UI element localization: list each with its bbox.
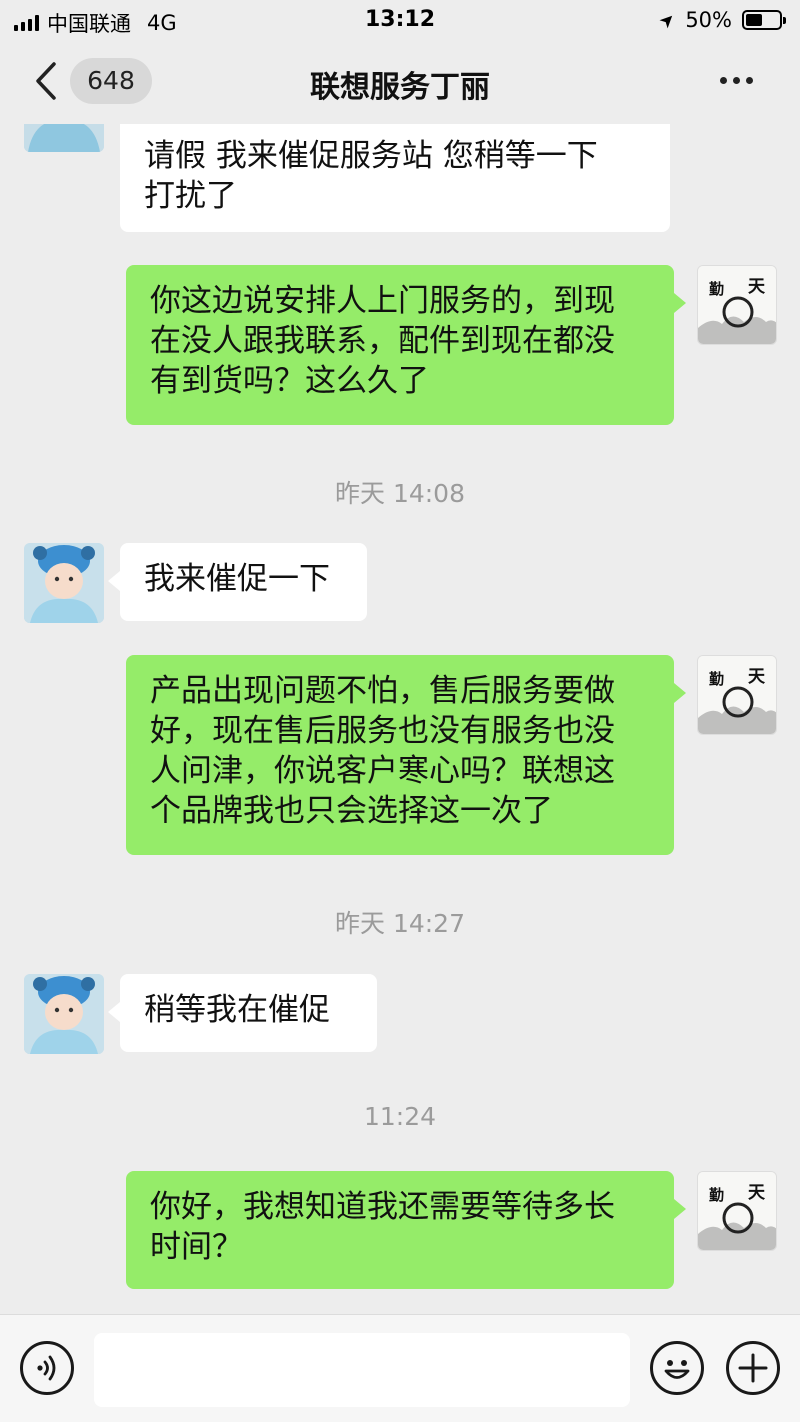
message-line: 你这边说安排人上门服务的，到现 <box>150 283 615 319</box>
message-line: 个品牌我也只会选择这一次了 <box>150 793 553 829</box>
svg-text:天: 天 <box>748 1183 766 1203</box>
svg-text:勤: 勤 <box>709 1186 724 1204</box>
emoji-button[interactable] <box>650 1341 704 1395</box>
my-avatar[interactable]: 勤 天 <box>697 265 777 345</box>
status-bar: 中国联通 4G 13:12 ➤ 50% <box>0 0 800 40</box>
message-line: 打扰了 <box>144 178 237 214</box>
emoji-icon <box>664 1360 690 1379</box>
svg-text:天: 天 <box>748 277 766 297</box>
message-line: 稍等我在催促 <box>144 992 330 1028</box>
message-line: 我来催促一下 <box>144 561 330 597</box>
message-bubble[interactable]: 我来催促一下 <box>108 543 367 621</box>
status-right: ➤ 50% <box>655 7 786 33</box>
voice-icon <box>37 1355 56 1381</box>
contact-avatar[interactable] <box>24 974 104 1054</box>
plus-icon <box>738 1353 768 1383</box>
message-text-input[interactable] <box>94 1333 630 1407</box>
svg-text:勤: 勤 <box>709 670 724 688</box>
battery-percent: 50% <box>685 8 732 32</box>
contact-avatar[interactable] <box>24 543 104 623</box>
svg-text:天: 天 <box>748 667 766 687</box>
nav-bar: 648 联想服务丁丽 <box>0 40 800 124</box>
calligraphy-avatar-icon: 勤 天 <box>698 656 776 734</box>
more-options-icon[interactable] <box>720 70 760 90</box>
message-bubble[interactable]: 产品出现问题不怕，售后服务要做 好，现在售后服务也没有服务也没 人问津，你说客户… <box>126 655 686 855</box>
voice-input-button[interactable] <box>20 1341 74 1395</box>
message-bubble[interactable]: 你好，我想知道我还需要等待多长 时间？ <box>126 1171 686 1289</box>
message-line: 人问津，你说客户寒心吗？联想这 <box>150 753 615 789</box>
child-photo-icon <box>24 974 104 1054</box>
more-functions-button[interactable] <box>726 1341 780 1395</box>
child-photo-icon <box>24 124 104 152</box>
message-line: 在没人跟我联系，配件到现在都没 <box>150 323 615 359</box>
message-line: 请假 我来催促服务站 您稍等一下 <box>144 138 598 174</box>
calligraphy-avatar-icon: 勤 天 <box>698 1172 776 1250</box>
message-line: 好，现在售后服务也没有服务也没 <box>150 713 615 749</box>
message-bubble[interactable]: 你这边说安排人上门服务的，到现 在没人跟我联系，配件到现在都没 有到货吗？这么久… <box>126 265 686 425</box>
message-line: 你好，我想知道我还需要等待多长 <box>150 1189 615 1225</box>
message-line: 时间？ <box>150 1229 243 1265</box>
message-line: 有到货吗？这么久了 <box>150 363 429 399</box>
message-timestamp: 昨天 14:27 <box>335 909 465 938</box>
message-timestamp: 昨天 14:08 <box>335 479 465 508</box>
message-bubble[interactable]: 稍等我在催促 <box>108 974 377 1052</box>
message-timestamp: 11:24 <box>363 1102 437 1131</box>
my-avatar[interactable]: 勤 天 <box>697 1171 777 1251</box>
message-bubble[interactable]: 请假 我来催促服务站 您稍等一下 打扰了 <box>120 124 670 232</box>
calligraphy-avatar-icon: 勤 天 <box>698 266 776 344</box>
message-line: 产品出现问题不怕，售后服务要做 <box>150 673 615 709</box>
chat-title: 联想服务丁丽 <box>310 70 490 105</box>
contact-avatar[interactable] <box>24 124 104 152</box>
my-avatar[interactable]: 勤 天 <box>697 655 777 735</box>
message-input-bar <box>0 1314 800 1422</box>
child-photo-icon <box>24 543 104 623</box>
chat-message-list[interactable]: 请假 我来催促服务站 您稍等一下 打扰了 你这边说安排人上门服务的，到现 在没人… <box>0 124 800 1314</box>
svg-text:勤: 勤 <box>709 280 724 298</box>
battery-icon <box>742 10 786 30</box>
